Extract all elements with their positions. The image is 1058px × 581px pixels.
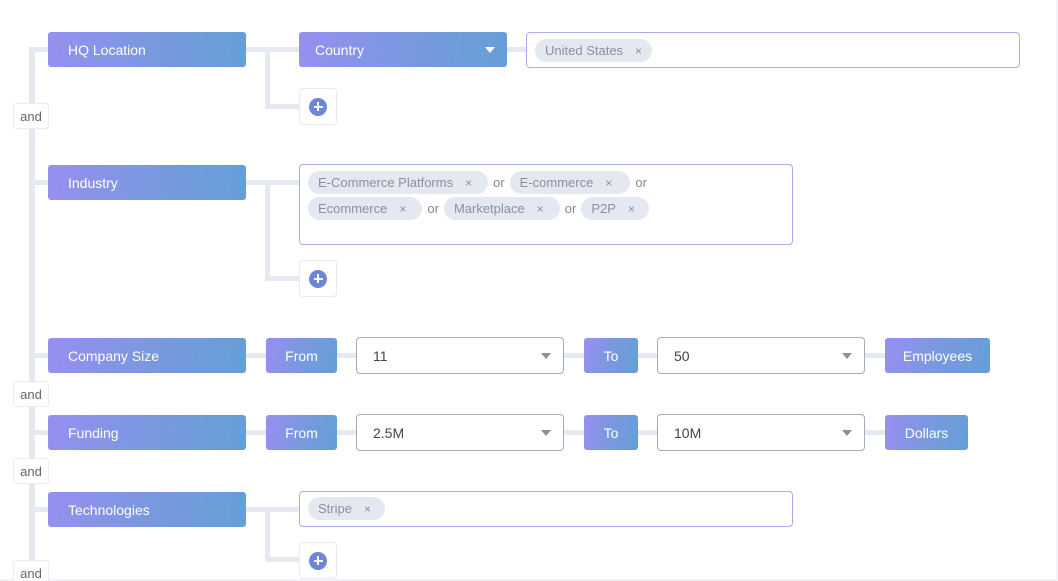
company-size-from-select[interactable]: 11 xyxy=(356,337,564,374)
company-size-to-select[interactable]: 50 xyxy=(657,337,865,374)
technologies-values-input[interactable]: Stripe × xyxy=(299,491,793,527)
tree-branch xyxy=(246,180,299,185)
or-separator: or xyxy=(493,175,505,190)
remove-chip-icon[interactable]: × xyxy=(628,202,635,216)
add-condition-button[interactable] xyxy=(299,542,337,579)
and-connector: and xyxy=(13,381,49,407)
funding-from-select[interactable]: 2.5M xyxy=(356,414,564,451)
and-connector: and xyxy=(13,103,49,129)
remove-chip-icon[interactable]: × xyxy=(364,502,371,516)
to-label: To xyxy=(584,415,638,450)
plus-circle-icon xyxy=(309,269,327,288)
add-condition-button[interactable] xyxy=(299,88,337,125)
chevron-down-icon xyxy=(842,352,852,359)
from-label: From xyxy=(266,338,337,373)
unit-label-dollars: Dollars xyxy=(885,415,968,450)
field-label: Industry xyxy=(68,174,118,191)
tree-branch xyxy=(265,47,270,109)
field-label: Company Size xyxy=(68,347,160,364)
to-label: To xyxy=(584,338,638,373)
remove-chip-icon[interactable]: × xyxy=(399,202,406,216)
industry-values-input[interactable]: E-Commerce Platforms × or E-commerce × o… xyxy=(299,164,793,245)
filter-builder: HQ Location Country United States × and … xyxy=(0,0,1058,581)
tree-branch xyxy=(265,276,300,281)
and-connector: and xyxy=(13,458,49,484)
tree-branch xyxy=(29,47,49,52)
field-company-size[interactable]: Company Size xyxy=(48,338,246,373)
funding-to-select[interactable]: 10M xyxy=(657,414,865,451)
tree-branch xyxy=(265,507,270,562)
tree-branch xyxy=(29,507,49,512)
remove-chip-icon[interactable]: × xyxy=(635,44,642,58)
chevron-down-icon xyxy=(541,352,551,359)
value-chip: E-Commerce Platforms × xyxy=(308,171,489,194)
remove-chip-icon[interactable]: × xyxy=(465,176,472,190)
tree-branch xyxy=(265,180,270,280)
field-hq-location[interactable]: HQ Location xyxy=(48,32,246,67)
add-condition-button[interactable] xyxy=(299,260,337,297)
field-label: Funding xyxy=(68,424,119,441)
chevron-down-icon xyxy=(485,46,495,53)
tree-branch xyxy=(29,430,49,435)
value-chip: Marketplace × xyxy=(443,197,560,220)
tree-branch xyxy=(29,353,49,358)
tree-branch xyxy=(246,47,299,52)
chevron-down-icon xyxy=(541,429,551,436)
value-chip: Stripe × xyxy=(308,497,385,520)
value-chip: United States × xyxy=(535,39,653,62)
chevron-down-icon xyxy=(842,429,852,436)
operator-select-country[interactable]: Country xyxy=(299,32,507,67)
tree-branch xyxy=(507,47,527,52)
field-funding[interactable]: Funding xyxy=(48,415,246,450)
operator-label: Country xyxy=(315,41,365,58)
unit-label-employees: Employees xyxy=(885,338,990,373)
or-separator: or xyxy=(427,201,439,216)
from-label: From xyxy=(266,415,337,450)
and-connector: and xyxy=(13,560,49,581)
field-label: HQ Location xyxy=(68,41,146,58)
plus-circle-icon xyxy=(309,97,327,116)
value-chip: E-commerce × xyxy=(509,171,631,194)
field-label: Technologies xyxy=(68,501,150,518)
tree-branch xyxy=(246,507,299,512)
value-chip: P2P × xyxy=(581,197,649,220)
hq-location-values-input[interactable]: United States × xyxy=(526,32,1020,68)
tree-branch xyxy=(265,557,300,562)
value-chip: Ecommerce × xyxy=(308,197,423,220)
remove-chip-icon[interactable]: × xyxy=(605,176,612,190)
field-technologies[interactable]: Technologies xyxy=(48,492,246,527)
remove-chip-icon[interactable]: × xyxy=(537,202,544,216)
tree-branch xyxy=(265,104,300,109)
or-separator: or xyxy=(635,175,647,190)
or-separator: or xyxy=(564,201,577,216)
field-industry[interactable]: Industry xyxy=(48,165,246,200)
plus-circle-icon xyxy=(309,551,327,570)
tree-branch xyxy=(29,180,49,185)
